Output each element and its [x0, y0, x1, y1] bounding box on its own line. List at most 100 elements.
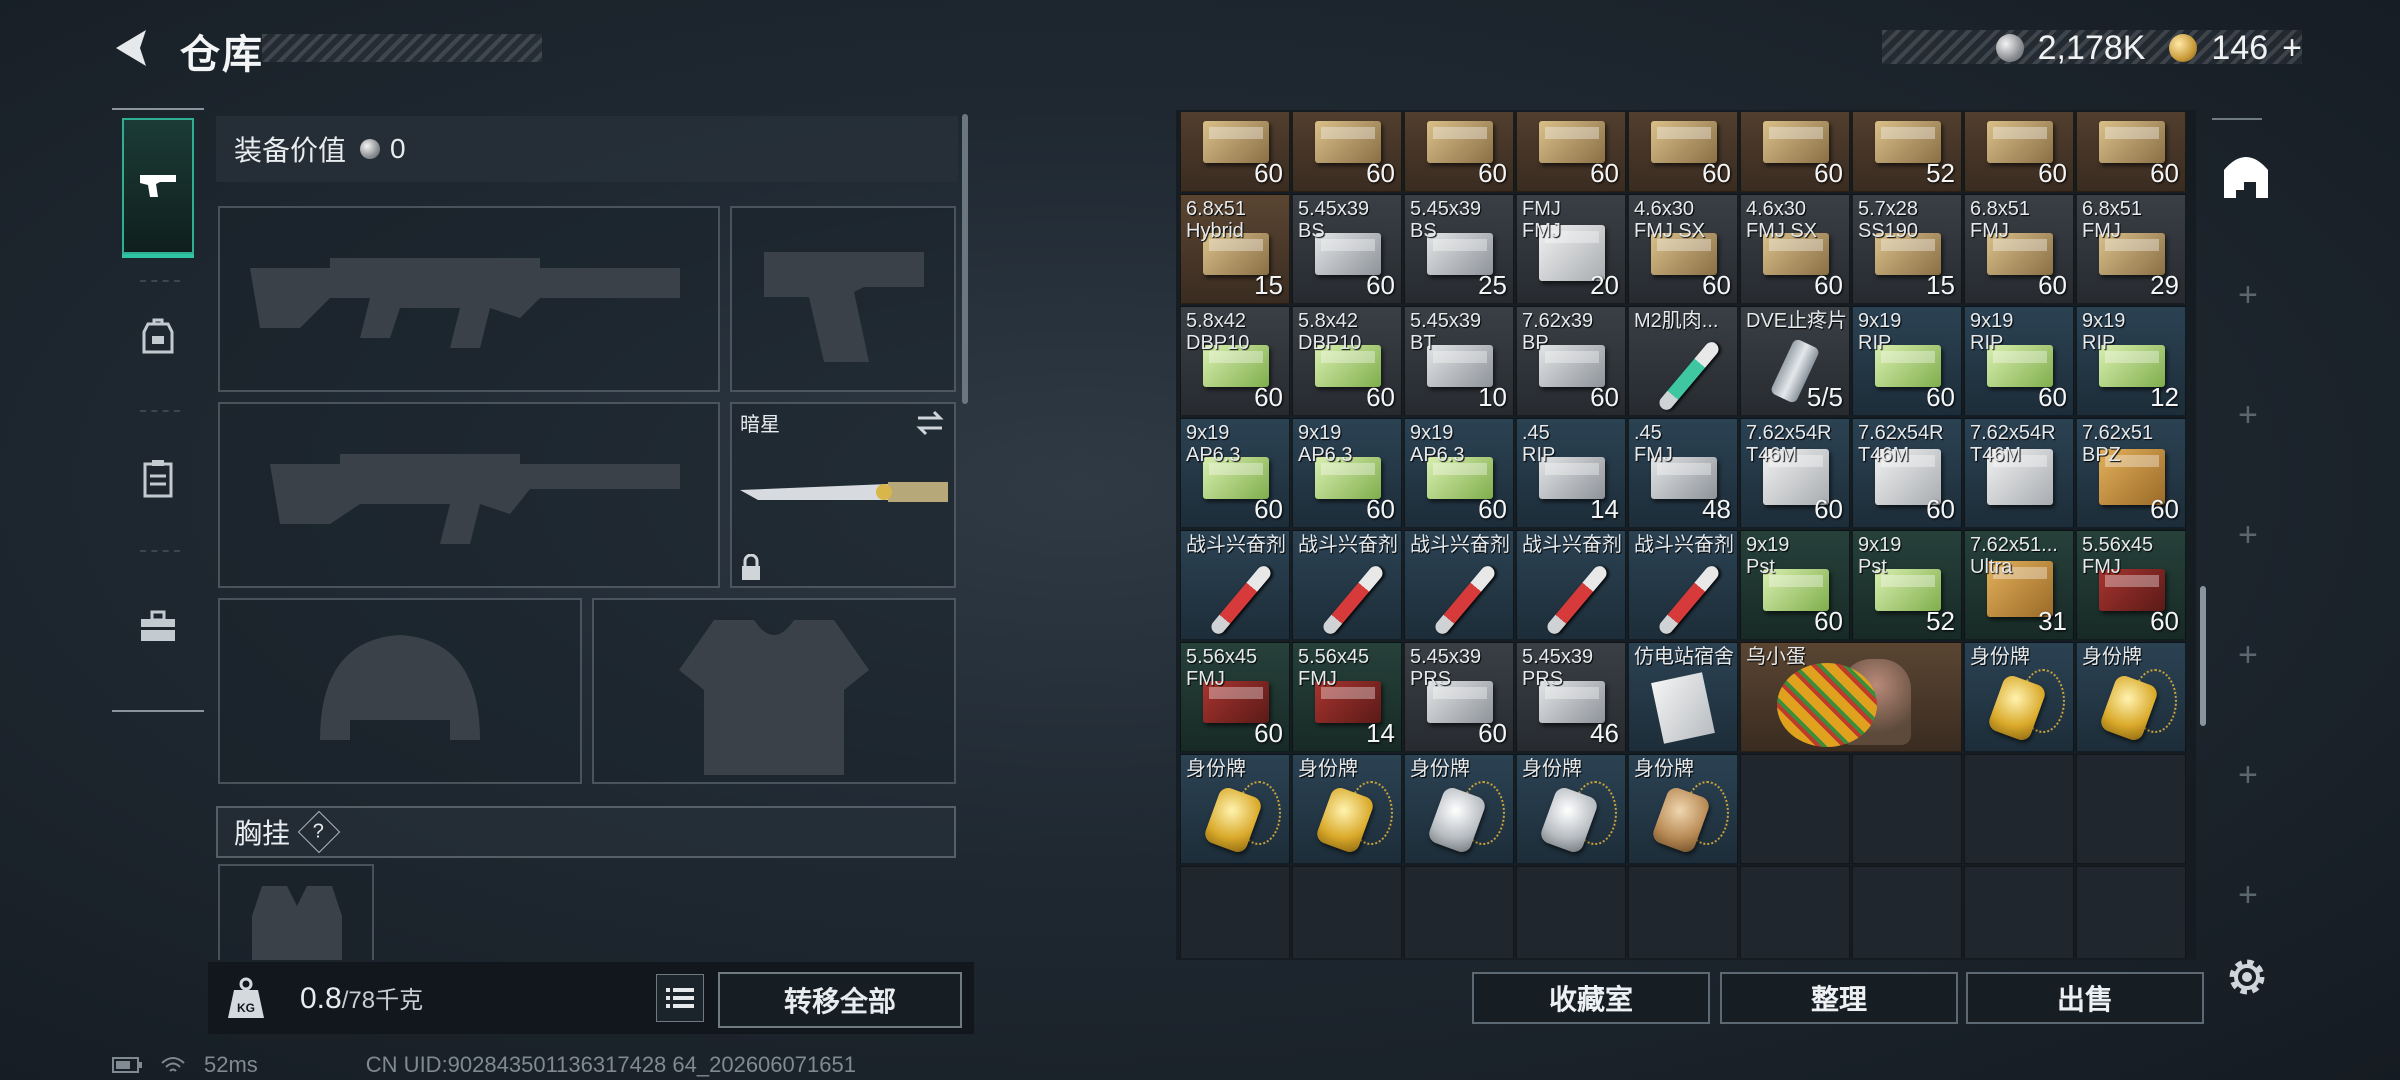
storage-item[interactable]: 9x19 AP6.3 60: [1180, 418, 1290, 528]
storage-item[interactable]: 战斗兴奋剂: [1516, 530, 1626, 640]
primary-weapon-slot[interactable]: [218, 206, 720, 392]
swap-icon[interactable]: [914, 410, 946, 436]
help-icon[interactable]: ?: [297, 810, 341, 854]
storage-item[interactable]: 5.56x45 FMJ 14: [1292, 642, 1402, 752]
sort-button[interactable]: 整理: [1720, 972, 1958, 1024]
add-storage-icon[interactable]: +: [2238, 516, 2258, 555]
storage-item[interactable]: 身份牌: [2076, 642, 2186, 752]
storage-item[interactable]: 战斗兴奋剂: [1628, 530, 1738, 640]
storage-item[interactable]: M2肌肉...: [1628, 306, 1738, 416]
storage-item[interactable]: 5.7x28 SS190 15: [1852, 194, 1962, 304]
storage-item[interactable]: 60: [1628, 112, 1738, 192]
storage-item[interactable]: 9x19 AP6.3 60: [1292, 418, 1402, 528]
storage-item[interactable]: 9x19 RIP 60: [1964, 306, 2074, 416]
armor-slot[interactable]: [592, 598, 956, 784]
storage-item[interactable]: 4.6x30 FMJ SX 60: [1628, 194, 1738, 304]
storage-item[interactable]: 60: [2076, 112, 2186, 192]
tab-backpack[interactable]: [122, 268, 194, 404]
add-storage-icon[interactable]: +: [2238, 876, 2258, 915]
empty-slot[interactable]: [1180, 866, 1290, 958]
empty-slot[interactable]: [1740, 866, 1850, 958]
storage-item[interactable]: 9x19 RIP 60: [1852, 306, 1962, 416]
tab-weapons[interactable]: [122, 118, 194, 258]
storage-item[interactable]: 60: [1180, 112, 1290, 192]
storage-item[interactable]: 7.62x39 BP 60: [1516, 306, 1626, 416]
storage-item[interactable]: 战斗兴奋剂: [1404, 530, 1514, 640]
storage-item[interactable]: 9x19 AP6.3 60: [1404, 418, 1514, 528]
storage-item[interactable]: 乌小蛋: [1740, 642, 1962, 752]
storage-item[interactable]: 5.8x42 DBP10 60: [1180, 306, 1290, 416]
storage-item[interactable]: 6.8x51 Hybrid 15: [1180, 194, 1290, 304]
empty-slot[interactable]: [1740, 754, 1850, 864]
storage-item[interactable]: 身份牌: [1964, 642, 2074, 752]
storage-item[interactable]: 7.62x54R T46M: [1964, 418, 2074, 528]
gear-icon[interactable]: [2222, 952, 2272, 1002]
sell-button[interactable]: 出售: [1966, 972, 2204, 1024]
empty-slot[interactable]: [1516, 866, 1626, 958]
storage-item[interactable]: 7.62x51 BPZ 60: [2076, 418, 2186, 528]
storage-item[interactable]: 7.62x51... Ultra 31: [1964, 530, 2074, 640]
melee-slot[interactable]: 暗星: [730, 402, 956, 588]
storage-item[interactable]: 60: [1516, 112, 1626, 192]
sidearm-slot[interactable]: [730, 206, 956, 392]
transfer-all-button[interactable]: 转移全部: [718, 972, 962, 1028]
add-storage-icon[interactable]: +: [2238, 636, 2258, 675]
chest-rig-slot[interactable]: [218, 864, 374, 960]
storage-item[interactable]: 5.56x45 FMJ 60: [1180, 642, 1290, 752]
storage-item[interactable]: DVE止疼片 5/5: [1740, 306, 1850, 416]
empty-slot[interactable]: [1292, 866, 1402, 958]
storage-item[interactable]: 9x19 RIP 12: [2076, 306, 2186, 416]
storage-item[interactable]: 6.8x51 FMJ 29: [2076, 194, 2186, 304]
storage-item[interactable]: 战斗兴奋剂: [1180, 530, 1290, 640]
add-storage-icon[interactable]: +: [2238, 756, 2258, 795]
storage-item[interactable]: 60: [1404, 112, 1514, 192]
collection-button[interactable]: 收藏室: [1472, 972, 1710, 1024]
storage-item[interactable]: 5.56x45 FMJ 60: [2076, 530, 2186, 640]
back-arrow-icon[interactable]: [110, 26, 154, 70]
storage-item[interactable]: FMJ FMJ 20: [1516, 194, 1626, 304]
secondary-weapon-slot[interactable]: [218, 402, 720, 588]
storage-item[interactable]: 5.45x39 PRS 60: [1404, 642, 1514, 752]
storage-item[interactable]: 4.6x30 FMJ SX 60: [1740, 194, 1850, 304]
storage-item[interactable]: 7.62x54R T46M 60: [1852, 418, 1962, 528]
storage-item[interactable]: 9x19 Pst 52: [1852, 530, 1962, 640]
list-view-button[interactable]: [656, 974, 704, 1022]
storage-item[interactable]: 60: [1964, 112, 2074, 192]
add-currency-button[interactable]: +: [2282, 29, 2302, 68]
add-storage-icon[interactable]: +: [2238, 276, 2258, 315]
storage-item[interactable]: 7.62x54R T46M 60: [1740, 418, 1850, 528]
empty-slot[interactable]: [1852, 866, 1962, 958]
empty-slot[interactable]: [1628, 866, 1738, 958]
empty-slot[interactable]: [2076, 754, 2186, 864]
loadout-scrollbar[interactable]: [962, 114, 968, 404]
storage-item[interactable]: 身份牌: [1404, 754, 1514, 864]
storage-item[interactable]: 身份牌: [1516, 754, 1626, 864]
storage-item[interactable]: 5.45x39 BS 60: [1292, 194, 1402, 304]
storage-item[interactable]: 52: [1852, 112, 1962, 192]
storage-home-icon[interactable]: [2220, 150, 2272, 202]
storage-item[interactable]: 5.45x39 BS 25: [1404, 194, 1514, 304]
storage-item[interactable]: 5.45x39 BT 10: [1404, 306, 1514, 416]
storage-item[interactable]: .45 RIP 14: [1516, 418, 1626, 528]
storage-item[interactable]: 身份牌: [1628, 754, 1738, 864]
storage-item[interactable]: 5.8x42 DBP10 60: [1292, 306, 1402, 416]
empty-slot[interactable]: [1964, 754, 2074, 864]
storage-item[interactable]: 仿电站宿舍: [1628, 642, 1738, 752]
empty-slot[interactable]: [1964, 866, 2074, 958]
storage-item[interactable]: 5.45x39 PRS 46: [1516, 642, 1626, 752]
empty-slot[interactable]: [1852, 754, 1962, 864]
storage-item[interactable]: .45 FMJ 48: [1628, 418, 1738, 528]
storage-item[interactable]: 身份牌: [1292, 754, 1402, 864]
helmet-slot[interactable]: [218, 598, 582, 784]
storage-item[interactable]: 战斗兴奋剂: [1292, 530, 1402, 640]
add-storage-icon[interactable]: +: [2238, 396, 2258, 435]
storage-item[interactable]: 身份牌: [1180, 754, 1290, 864]
tab-tools[interactable]: [122, 558, 194, 694]
empty-slot[interactable]: [2076, 866, 2186, 958]
storage-item[interactable]: 60: [1292, 112, 1402, 192]
storage-item[interactable]: 60: [1740, 112, 1850, 192]
storage-item[interactable]: 6.8x51 FMJ 60: [1964, 194, 2074, 304]
empty-slot[interactable]: [1404, 866, 1514, 958]
storage-item[interactable]: 9x19 Pst 60: [1740, 530, 1850, 640]
storage-scrollbar[interactable]: [2200, 586, 2206, 726]
